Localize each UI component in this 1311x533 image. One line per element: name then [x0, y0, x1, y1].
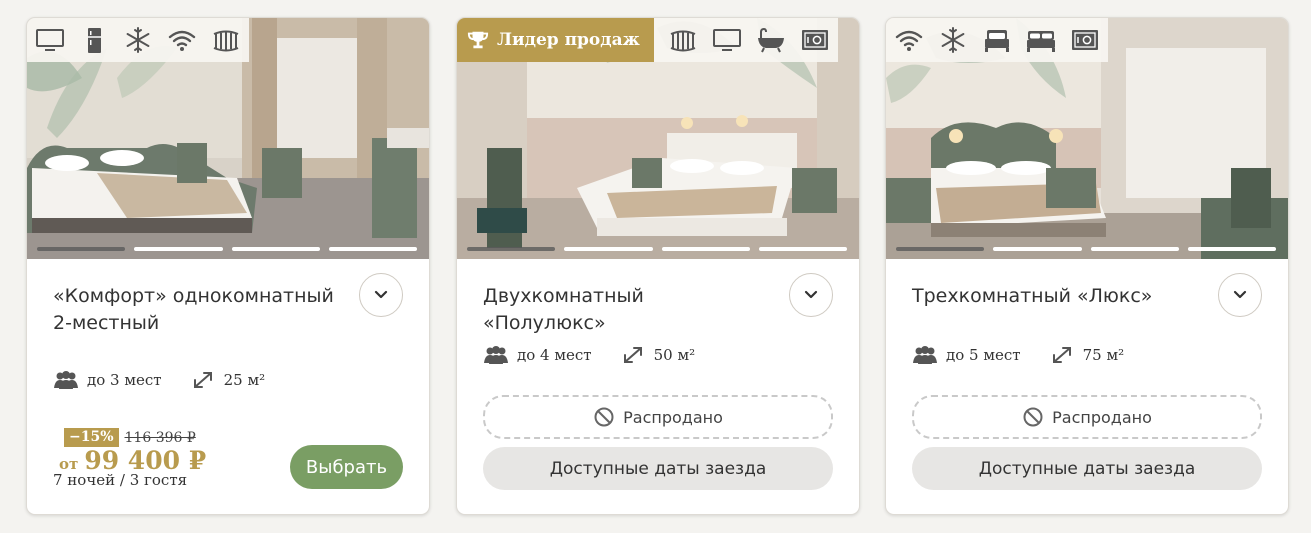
gallery-dot[interactable] [896, 247, 985, 251]
fridge-icon [77, 25, 111, 55]
expand-button[interactable] [1218, 273, 1262, 317]
gallery-dot[interactable] [1187, 247, 1276, 251]
tv-icon [33, 25, 67, 55]
guests-capacity: до 5 мест [946, 346, 1021, 364]
sold-out-badge: Распродано [912, 395, 1262, 439]
gallery-dot[interactable] [231, 247, 320, 251]
safe-icon [1068, 25, 1102, 55]
chevron-down-icon [1230, 285, 1250, 305]
guests-capacity: до 3 мест [87, 371, 162, 389]
chevron-down-icon [801, 285, 821, 305]
available-dates-button[interactable]: Доступные даты заезда [912, 447, 1262, 490]
room-stats: до 5 мест 75 м² [912, 345, 1124, 365]
safe-icon [798, 25, 832, 55]
room-photo[interactable] [27, 18, 429, 259]
gallery-dot[interactable] [37, 247, 126, 251]
gallery-indicators[interactable] [37, 247, 417, 251]
area-icon [620, 345, 646, 365]
room-area: 25 м² [223, 371, 266, 389]
room-title[interactable]: Трехкомнатный «Люкс» [912, 283, 1212, 310]
gallery-dot[interactable] [993, 247, 1082, 251]
no-entry-icon [593, 406, 615, 428]
wifi-icon [892, 25, 926, 55]
bestseller-badge: Лидер продаж [457, 18, 654, 62]
no-entry-icon [1022, 406, 1044, 428]
amenities-bar [27, 18, 249, 62]
expand-button[interactable] [789, 273, 833, 317]
gallery-dot[interactable] [134, 247, 223, 251]
room-card-lux[interactable]: Трехкомнатный «Люкс» до 5 мест 75 м² Рас… [885, 17, 1289, 515]
stay-info: 7 ночей / 3 гостя [53, 471, 188, 489]
amenities-bar [886, 18, 1108, 62]
bestseller-label: Лидер продаж [497, 30, 640, 50]
room-title[interactable]: Двухкомнатный «Полулюкс» [483, 283, 703, 337]
double-bed-icon [1024, 25, 1058, 55]
gallery-indicators[interactable] [896, 247, 1276, 251]
snowflake-icon [121, 25, 155, 55]
sold-out-label: Распродано [623, 407, 723, 427]
room-card-semi-lux[interactable]: Лидер продаж Двухкомнатный «Полулюкс» до… [456, 17, 860, 515]
room-photo[interactable] [886, 18, 1288, 259]
guests-icon [483, 345, 509, 365]
gallery-dot[interactable] [328, 247, 417, 251]
guests-icon [53, 370, 79, 390]
old-price: 116 396 ₽ [124, 429, 196, 446]
bathtub-icon [754, 25, 788, 55]
trophy-icon [467, 29, 489, 51]
discount-row: −15% 116 396 ₽ [64, 428, 196, 447]
room-card-comfort[interactable]: «Комфорт» однокомнатный 2-местный до 3 м… [26, 17, 430, 515]
amenities-bar: Лидер продаж [457, 18, 838, 62]
gallery-indicators[interactable] [467, 247, 847, 251]
gallery-dot[interactable] [661, 247, 750, 251]
discount-badge: −15% [64, 428, 119, 447]
snowflake-icon [936, 25, 970, 55]
gallery-dot[interactable] [467, 247, 556, 251]
expand-button[interactable] [359, 273, 403, 317]
tv-icon [710, 25, 744, 55]
gallery-dot[interactable] [1090, 247, 1179, 251]
gallery-dot[interactable] [564, 247, 653, 251]
available-dates-button[interactable]: Доступные даты заезда [483, 447, 833, 490]
room-area: 50 м² [653, 346, 696, 364]
sold-out-badge: Распродано [483, 395, 833, 439]
heater-icon [209, 25, 243, 55]
guests-capacity: до 4 мест [517, 346, 592, 364]
heater-icon [666, 25, 700, 55]
gallery-dot[interactable] [758, 247, 847, 251]
room-stats: до 4 мест 50 м² [483, 345, 695, 365]
select-button[interactable]: Выбрать [290, 445, 403, 489]
area-icon [190, 370, 216, 390]
sold-out-label: Распродано [1052, 407, 1152, 427]
guests-icon [912, 345, 938, 365]
room-area: 75 м² [1082, 346, 1125, 364]
area-icon [1049, 345, 1075, 365]
room-title[interactable]: «Комфорт» однокомнатный 2-местный [53, 283, 353, 337]
room-stats: до 3 мест 25 м² [53, 370, 265, 390]
wifi-icon [165, 25, 199, 55]
room-photo[interactable]: Лидер продаж [457, 18, 859, 259]
single-bed-icon [980, 25, 1014, 55]
chevron-down-icon [371, 285, 391, 305]
